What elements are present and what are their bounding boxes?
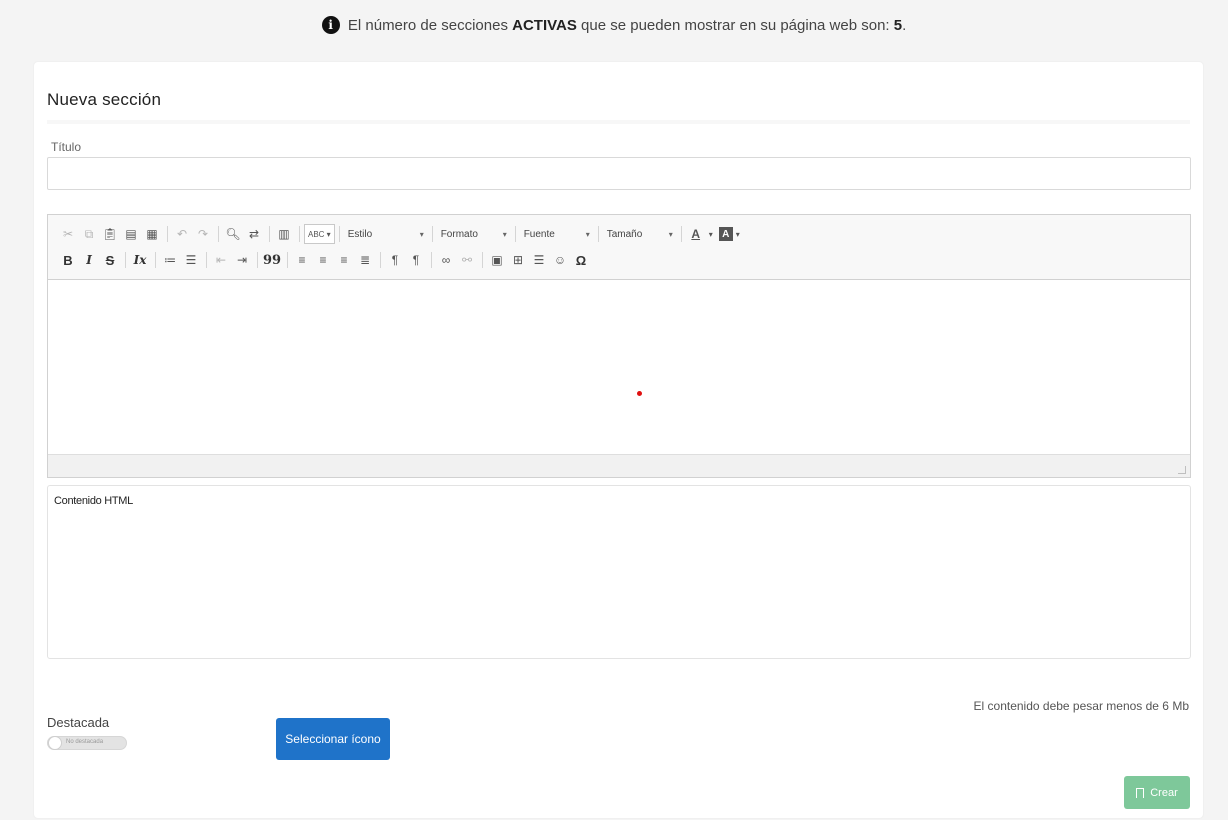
info-icon: i xyxy=(321,16,340,34)
toolbar-separator xyxy=(299,226,300,242)
toolbar-separator xyxy=(680,226,682,242)
image-icon[interactable]: ▣ xyxy=(487,250,507,270)
size-combo[interactable]: Tamaño ▾ xyxy=(603,224,677,244)
notice-strong: ACTIVAS xyxy=(512,17,577,34)
link-icon[interactable]: ∞ xyxy=(436,250,456,270)
toolbar-separator xyxy=(269,226,270,242)
toolbar-separator xyxy=(125,252,126,268)
toolbar-separator xyxy=(597,226,599,242)
rich-text-editor: ✂ ⧉ 📋︎ ▤ ▦ ↶ ↷ 🔍︎ ⇄ ▥ ABC ▾ Estilo ▾ Form… xyxy=(47,214,1191,478)
editor-statusbar xyxy=(48,454,1190,477)
featured-toggle[interactable]: No destacada xyxy=(47,736,127,750)
toolbar-separator xyxy=(167,226,168,242)
page-title: Nueva sección xyxy=(47,90,162,109)
cursor-dot xyxy=(637,391,642,396)
size-limit-note: El contenido debe pesar menos de 6 Mb xyxy=(973,699,1189,713)
outdent-icon[interactable]: ⇤ xyxy=(211,250,231,270)
select-icon-button[interactable]: Seleccionar ícono xyxy=(276,718,390,760)
spellcheck-label: ABC xyxy=(308,229,325,239)
style-combo[interactable]: Estilo ▾ xyxy=(344,224,428,244)
indent-icon[interactable]: ⇥ xyxy=(232,250,252,270)
notice-suffix: que se pueden mostrar en su página web s… xyxy=(581,17,890,34)
create-button-label: Crear xyxy=(1150,786,1178,799)
redo-icon[interactable]: ↷ xyxy=(193,224,213,244)
notice-prefix: El número de secciones xyxy=(347,17,508,34)
style-combo-label: Estilo xyxy=(347,228,373,240)
title-input[interactable] xyxy=(47,157,1191,190)
chevron-down-icon: ▾ xyxy=(585,229,590,239)
notice-end: . xyxy=(902,17,907,34)
undo-icon[interactable]: ↶ xyxy=(172,224,192,244)
toolbar-separator xyxy=(206,252,207,268)
toolbar-separator xyxy=(431,226,433,242)
format-combo-label: Formato xyxy=(440,228,478,240)
title-field-label: Título xyxy=(51,140,82,154)
toggle-knob xyxy=(48,736,62,750)
featured-label: Destacada xyxy=(47,715,110,730)
toolbar-separator xyxy=(257,252,258,268)
replace-icon[interactable]: ⇄ xyxy=(244,224,264,244)
chevron-down-icon: ▾ xyxy=(419,229,424,239)
format-combo[interactable]: Formato ▾ xyxy=(437,224,511,244)
bold-icon[interactable]: B xyxy=(58,250,78,270)
unlink-icon[interactable]: ⚯ xyxy=(457,250,477,270)
align-right-icon[interactable]: ≡ xyxy=(334,250,354,270)
font-combo[interactable]: Fuente ▾ xyxy=(520,224,594,244)
text-color-icon[interactable]: A xyxy=(686,224,706,244)
copy-icon[interactable]: ⧉ xyxy=(79,224,99,244)
toolbar-separator xyxy=(431,252,432,268)
html-content-label: Contenido HTML xyxy=(54,495,133,507)
paste-word-icon[interactable]: ▦ xyxy=(142,224,162,244)
cut-icon[interactable]: ✂ xyxy=(58,224,78,244)
create-button[interactable]: Crear xyxy=(1124,776,1190,809)
toolbar-separator xyxy=(155,252,156,268)
find-icon[interactable]: 🔍︎ xyxy=(223,224,243,244)
special-char-icon[interactable]: Ω xyxy=(571,250,591,270)
editor-toolbar: ✂ ⧉ 📋︎ ▤ ▦ ↶ ↷ 🔍︎ ⇄ ▥ ABC ▾ Estilo ▾ Form… xyxy=(48,215,1190,280)
chevron-down-icon: ▾ xyxy=(502,229,507,239)
chevron-down-icon[interactable]: ▾ xyxy=(707,224,715,244)
chevron-down-icon: ▾ xyxy=(668,229,673,239)
toggle-state-label: No destacada xyxy=(66,739,104,745)
strikethrough-icon[interactable]: S xyxy=(100,250,120,270)
title-divider xyxy=(47,120,1190,124)
paste-icon[interactable]: 📋︎ xyxy=(100,224,120,244)
align-left-icon[interactable]: ≡ xyxy=(292,250,312,270)
paste-text-icon[interactable]: ▤ xyxy=(121,224,141,244)
remove-format-icon[interactable]: Ix xyxy=(130,250,150,270)
text-direction-ltr-icon[interactable]: ¶ xyxy=(385,250,405,270)
toolbar-separator xyxy=(514,226,516,242)
editor-content-area[interactable] xyxy=(48,280,1190,454)
html-content-box[interactable]: Contenido HTML xyxy=(47,485,1191,659)
toolbar-separator xyxy=(287,252,288,268)
text-direction-rtl-icon[interactable]: ¶ xyxy=(406,250,426,270)
toolbar-row-1: ✂ ⧉ 📋︎ ▤ ▦ ↶ ↷ 🔍︎ ⇄ ▥ ABC ▾ Estilo ▾ Form… xyxy=(58,221,1180,247)
toolbar-separator xyxy=(380,252,381,268)
font-combo-label: Fuente xyxy=(523,228,555,240)
toolbar-separator xyxy=(482,252,483,268)
spellcheck-button[interactable]: ABC ▾ xyxy=(304,224,335,244)
align-center-icon[interactable]: ≡ xyxy=(313,250,333,270)
new-section-card: Nueva sección Título ✂ ⧉ 📋︎ ▤ ▦ ↶ ↷ 🔍︎ ⇄… xyxy=(34,62,1203,818)
toolbar-separator xyxy=(218,226,219,242)
active-sections-notice: i El número de secciones ACTIVAS que se … xyxy=(0,16,1228,34)
table-icon[interactable]: ⊞ xyxy=(508,250,528,270)
toolbar-separator xyxy=(338,226,340,242)
chevron-down-icon[interactable]: ▾ xyxy=(734,224,742,244)
size-combo-label: Tamaño xyxy=(606,228,643,240)
blockquote-icon[interactable]: 99 xyxy=(262,250,282,270)
background-color-icon[interactable]: A xyxy=(718,227,733,241)
select-all-icon[interactable]: ▥ xyxy=(274,224,294,244)
toolbar-row-2: B I S Ix ≔ ☰ ⇤ ⇥ 99 ≡ ≡ ≡ ≣ ¶ ¶ ∞ ⚯ ▣ ⊞ … xyxy=(58,247,1180,273)
italic-icon[interactable]: I xyxy=(79,250,99,270)
align-justify-icon[interactable]: ≣ xyxy=(355,250,375,270)
numbered-list-icon[interactable]: ≔ xyxy=(160,250,180,270)
smiley-icon[interactable]: ☺ xyxy=(550,250,570,270)
notice-count: 5 xyxy=(893,17,903,34)
horizontal-line-icon[interactable]: ☰ xyxy=(529,250,549,270)
bulleted-list-icon[interactable]: ☰ xyxy=(181,250,201,270)
resize-handle-icon[interactable] xyxy=(1178,466,1186,474)
bookmark-icon xyxy=(1136,787,1145,798)
